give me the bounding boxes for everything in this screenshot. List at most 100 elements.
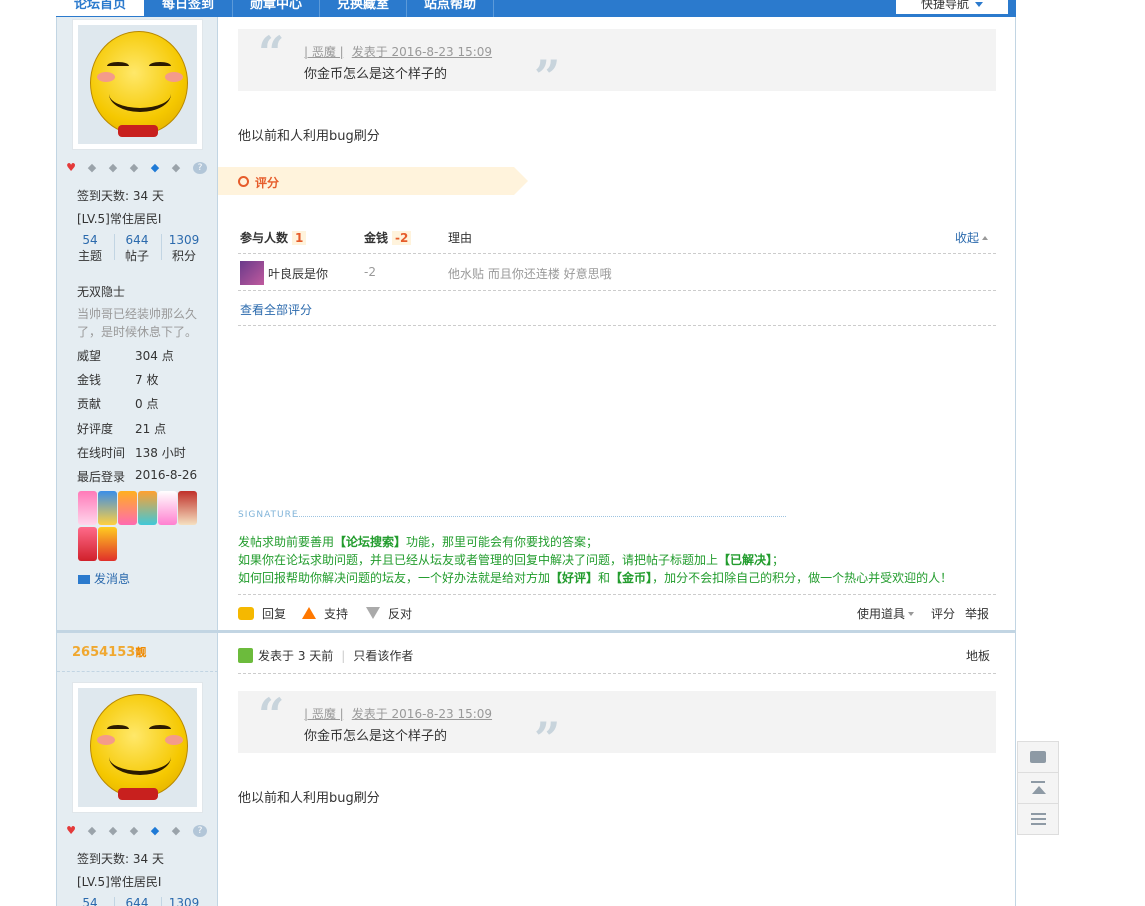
author-name-text: 2654153 [72,645,136,660]
reply-label: 回复 [262,607,287,621]
money-total: -2 [392,231,412,245]
thumbs-up-icon [302,607,316,619]
medal-icon[interactable] [118,491,137,525]
divider [57,671,218,672]
signature-text: 如何回报帮助你解决问题的坛友，一个好办法就是给对方加 [238,571,551,585]
quote-text: 你金币怎么是这个样子的 [304,729,448,744]
medal-icon[interactable] [78,527,97,561]
collapse-rating-button[interactable]: 收起 [955,229,988,246]
comment-icon[interactable] [1018,742,1058,773]
help-icon[interactable]: ? [193,162,207,174]
blue-diamond-icon: ◆ [150,161,160,174]
back-to-top-icon[interactable] [1018,773,1058,804]
quote-author: | 恶魔 | [304,45,344,59]
reply-button[interactable]: 回复 [238,605,286,622]
diamond-icon: ◆ [171,161,181,174]
medal-icon[interactable] [178,491,197,525]
medal-icon[interactable] [158,491,177,525]
field-value: 21 点 [135,422,167,436]
field-value: 304 点 [135,349,174,363]
rater-avatar[interactable] [240,261,264,285]
field-label: 最后登录 [77,470,126,484]
profile-field: 威望 304 点 [77,347,174,364]
author-sidebar: 2654153靓 ♥ ◆ ◆ ◆ ◆ ◆ ? 签到天数: 34 天 [LV.5]… [57,633,218,906]
post-body: 他以前和人利用bug刷分 [238,129,380,144]
posts-count: 644 [125,233,149,247]
smiley-face-icon [90,31,188,135]
support-label: 支持 [324,607,349,621]
diamond-icon: ◆ [108,824,118,837]
posts-count: 644 [125,896,149,906]
user-level[interactable]: [LV.5]常住居民I [77,873,161,890]
post-list: ♥ ◆ ◆ ◆ ◆ ◆ ? 签到天数: 34 天 [LV.5]常住居民I 54 主… [56,17,1016,906]
medal-icon[interactable] [98,527,117,561]
user-group-icons: ♥ ◆ ◆ ◆ ◆ ◆ ? [64,162,214,176]
report-button[interactable]: 举报 [965,605,989,622]
medal-list [78,491,204,561]
user-title: 无双隐士 [77,285,126,299]
quote-author: | 恶魔 | [304,707,344,721]
divider [238,325,996,326]
topics-stat[interactable]: 54 [67,895,113,906]
quote-meta[interactable]: | 恶魔 | 发表于 2016-8-23 15:09 [304,43,492,60]
topics-count: 54 [82,896,98,906]
close-quote-icon: ” [534,712,561,766]
tab-exchange[interactable]: 兑换藏室 [320,0,406,16]
avatar[interactable] [72,682,203,813]
send-message-link[interactable]: 发消息 [78,570,130,587]
medal-icon[interactable] [78,491,97,525]
only-author-link[interactable]: 只看该作者 [353,649,413,663]
quote-time: 发表于 2016-8-23 15:09 [351,45,493,59]
tab-forum-home[interactable]: 论坛首页 [56,0,144,16]
rating-reason: 他水贴 而且你还连楼 好意思哦 [448,267,612,281]
topics-stat[interactable]: 54 主题 [67,232,113,264]
post-actions: 回复 支持 反对 使用道具 评分 举报 [238,605,996,623]
use-tools-button[interactable]: 使用道具 [857,605,915,622]
topics-label: 主题 [77,249,102,263]
money-header: 金钱 -2 [364,229,412,246]
divider [238,673,996,674]
list-icon[interactable] [1018,804,1058,835]
rating-icon [238,176,249,187]
top-navigation: 论坛首页 每日签到 勋章中心 兑换藏室 站点帮助 快捷导航 [56,0,1016,17]
heart-gem-icon: ♥ [66,161,76,174]
quick-nav-button[interactable]: 快捷导航 [896,0,1008,14]
profile-field: 最后登录 2016-8-26 [77,468,197,485]
field-value: 138 小时 [135,446,186,460]
rate-button[interactable]: 评分 [931,605,955,622]
credits-stat[interactable]: 1309 [161,895,207,906]
user-level[interactable]: [LV.5]常住居民I [77,210,161,227]
rater-name[interactable]: 叶良辰是你 [268,265,328,282]
signature-highlight: 【好评】 [550,571,599,585]
oppose-button[interactable]: 反对 [366,605,412,622]
reply-icon [238,607,254,620]
tab-medal-center[interactable]: 勋章中心 [233,0,319,16]
field-label: 威望 [77,349,102,363]
posts-stat[interactable]: 644 [114,895,160,906]
floor-label[interactable]: 地板 [966,647,990,664]
credits-label: 积分 [171,249,196,263]
diamond-icon: ◆ [87,824,97,837]
tab-daily-signin[interactable]: 每日签到 [144,0,232,16]
avatar[interactable] [72,19,203,150]
medal-icon[interactable] [98,491,117,525]
posts-label: 帖子 [124,249,149,263]
quote-meta[interactable]: | 恶魔 | 发表于 2016-8-23 15:09 [304,705,492,722]
post-body: 他以前和人利用bug刷分 [238,791,380,806]
author-name[interactable]: 2654153靓 [72,644,146,660]
medal-icon[interactable] [138,491,157,525]
credits-stat[interactable]: 1309 积分 [161,232,207,264]
help-icon[interactable]: ? [193,825,207,837]
tab-site-help[interactable]: 站点帮助 [407,0,493,16]
posts-stat[interactable]: 644 帖子 [114,232,160,264]
money-label: 金钱 [364,231,389,245]
field-label: 贡献 [77,397,102,411]
profile-field: 好评度 21 点 [77,420,166,437]
diamond-icon: ◆ [129,824,139,837]
signature-highlight: 【金币】 [610,571,653,585]
online-status-icon [238,648,253,663]
support-button[interactable]: 支持 [302,605,348,622]
quote-block: “ | 恶魔 | 发表于 2016-8-23 15:09 你金币怎么是这个样子的 … [238,691,996,762]
view-all-ratings-link[interactable]: 查看全部评分 [240,301,312,318]
signature-label: SIGNATURE [238,510,299,520]
